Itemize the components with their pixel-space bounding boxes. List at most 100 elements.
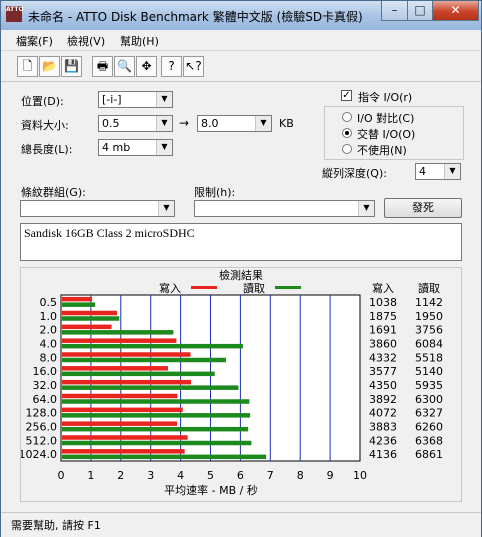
new-file-icon[interactable]: 🗋 bbox=[17, 56, 38, 77]
x-tick-label: 4 bbox=[177, 469, 184, 482]
x-tick-label: 8 bbox=[297, 469, 304, 482]
io-compare-radio[interactable] bbox=[342, 112, 352, 122]
overlapped-io-radio[interactable] bbox=[342, 128, 352, 138]
write-value: 3892 bbox=[369, 393, 397, 406]
write-value: 4332 bbox=[369, 351, 397, 364]
drive-label: 位置(D): bbox=[21, 95, 64, 108]
chevron-down-icon[interactable]: ▼ bbox=[156, 140, 172, 155]
status-text: 需要幫助, 請按 F1 bbox=[11, 519, 101, 532]
bar-read bbox=[62, 413, 251, 418]
legend-read-swatch bbox=[275, 286, 301, 289]
restrict-label: 限制(h): bbox=[194, 186, 236, 199]
x-tick-label: 0 bbox=[58, 469, 65, 482]
menu-file[interactable]: 檔案(F) bbox=[16, 33, 53, 49]
drive-value: [-i-] bbox=[102, 93, 122, 106]
description-text: Sandisk 16GB Class 2 microSDHC bbox=[24, 226, 195, 240]
bar-read bbox=[62, 371, 215, 377]
menu-help[interactable]: 幫助(H) bbox=[120, 33, 159, 49]
category-label: 64.0 bbox=[33, 393, 58, 406]
size-label: 資料大小: bbox=[21, 119, 69, 132]
chevron-down-icon[interactable]: ▼ bbox=[156, 92, 172, 107]
category-label: 1.0 bbox=[40, 310, 58, 323]
results-chart: 檢測結果寫入 讀取 0 1 2 3 4 5 6 7 8 9 10 0.5 1038 1142 1.0 1875 19… bbox=[21, 268, 443, 497]
context-help-icon[interactable]: ↖? bbox=[183, 56, 204, 77]
table-write-header: 寫入 bbox=[372, 281, 394, 295]
bar-write bbox=[62, 310, 118, 316]
write-value: 3860 bbox=[369, 337, 397, 350]
chevron-down-icon[interactable]: ▼ bbox=[255, 116, 271, 131]
bar-read bbox=[62, 426, 249, 432]
print-preview-icon[interactable]: 🔍 bbox=[114, 56, 135, 77]
bar-read bbox=[62, 357, 226, 363]
bar-write bbox=[62, 296, 93, 302]
chevron-down-icon[interactable]: ▼ bbox=[444, 164, 460, 179]
category-label: 32.0 bbox=[33, 379, 58, 392]
size-from-select[interactable]: 0.5 ▼ bbox=[98, 115, 173, 132]
move-icon[interactable]: ✥ bbox=[136, 56, 157, 77]
bar-write bbox=[62, 449, 185, 454]
neither-radio[interactable] bbox=[342, 144, 352, 154]
bar-write bbox=[62, 379, 192, 385]
read-value: 6260 bbox=[415, 420, 443, 433]
run-button[interactable]: 發死 bbox=[384, 198, 462, 218]
write-value: 4072 bbox=[369, 407, 397, 420]
bar-read bbox=[62, 399, 250, 404]
help-icon[interactable]: ? bbox=[161, 56, 182, 77]
size-to-select[interactable]: 8.0 ▼ bbox=[197, 115, 272, 132]
read-value: 6300 bbox=[415, 393, 443, 406]
status-bar: 需要幫助, 請按 F1 bbox=[1, 512, 481, 537]
title-bar[interactable]: ATTO 未命名 - ATTO Disk Benchmark 繁體中文版 (檢驗… bbox=[1, 1, 481, 30]
x-tick-label: 1 bbox=[87, 469, 94, 482]
bar-write bbox=[62, 393, 178, 399]
category-label: 1024.0 bbox=[21, 448, 57, 461]
x-tick-label: 6 bbox=[237, 469, 244, 482]
bar-read bbox=[62, 343, 243, 349]
write-value: 1038 bbox=[369, 296, 397, 309]
queue-depth-select[interactable]: 4 ▼ bbox=[415, 163, 461, 180]
results-panel: 檢測結果 寫入 讀取 0 1 2 3 4 5 6 7 8 9 10 0.5 1038 1142 1.0 1875 19… bbox=[20, 267, 462, 502]
x-axis-label: 平均速率 - MB / 秒 bbox=[164, 483, 258, 497]
overlapped-io-label: 交替 I/O(O) bbox=[357, 128, 416, 141]
save-icon[interactable]: 💾 bbox=[61, 56, 82, 77]
category-label: 2.0 bbox=[40, 324, 58, 337]
restrict-select[interactable]: ▼ bbox=[194, 200, 375, 217]
queue-depth-value: 4 bbox=[419, 165, 426, 178]
direct-io-checkbox[interactable]: ✓ bbox=[341, 90, 352, 101]
read-value: 1142 bbox=[415, 296, 443, 309]
menu-view[interactable]: 檢視(V) bbox=[67, 33, 105, 49]
write-value: 4136 bbox=[369, 448, 397, 461]
test-pattern-label: 條紋群組(G): bbox=[21, 186, 86, 199]
chevron-down-icon[interactable]: ▼ bbox=[358, 201, 374, 216]
bar-read bbox=[62, 454, 267, 460]
category-label: 4.0 bbox=[40, 337, 58, 350]
minimize-button[interactable]: – bbox=[381, 1, 408, 21]
direct-io-label: 指令 I/O(r) bbox=[358, 91, 413, 104]
chevron-down-icon[interactable]: ▼ bbox=[158, 201, 174, 216]
bar-read bbox=[62, 316, 120, 321]
drive-select[interactable]: [-i-] ▼ bbox=[98, 91, 173, 108]
category-label: 256.0 bbox=[26, 420, 58, 433]
x-tick-label: 5 bbox=[207, 469, 214, 482]
length-select[interactable]: 4 mb ▼ bbox=[98, 139, 173, 156]
read-value: 6327 bbox=[415, 407, 443, 420]
read-value: 5518 bbox=[415, 351, 443, 364]
bar-read bbox=[62, 302, 96, 307]
read-value: 3756 bbox=[415, 324, 443, 337]
read-value: 6368 bbox=[415, 434, 443, 447]
queue-depth-label: 縱列深度(Q): bbox=[322, 167, 387, 180]
bar-write bbox=[62, 324, 112, 330]
legend-write-swatch bbox=[191, 286, 217, 289]
category-label: 128.0 bbox=[26, 407, 58, 420]
print-icon[interactable]: 🖶 bbox=[92, 56, 113, 77]
chevron-down-icon[interactable]: ▼ bbox=[156, 116, 172, 131]
bar-write bbox=[62, 366, 168, 371]
write-value: 1691 bbox=[369, 324, 397, 337]
read-value: 1950 bbox=[415, 310, 443, 323]
test-pattern-select[interactable]: ▼ bbox=[20, 200, 175, 217]
close-button[interactable]: ✕ bbox=[432, 1, 479, 21]
app-icon: ATTO bbox=[6, 6, 24, 22]
description-field[interactable]: Sandisk 16GB Class 2 microSDHC bbox=[20, 223, 462, 261]
menu-bar: 檔案(F) 檢視(V) 幫助(H) bbox=[1, 30, 481, 51]
maximize-button[interactable]: □ bbox=[407, 1, 433, 21]
open-folder-icon[interactable]: 📂 bbox=[39, 56, 60, 77]
